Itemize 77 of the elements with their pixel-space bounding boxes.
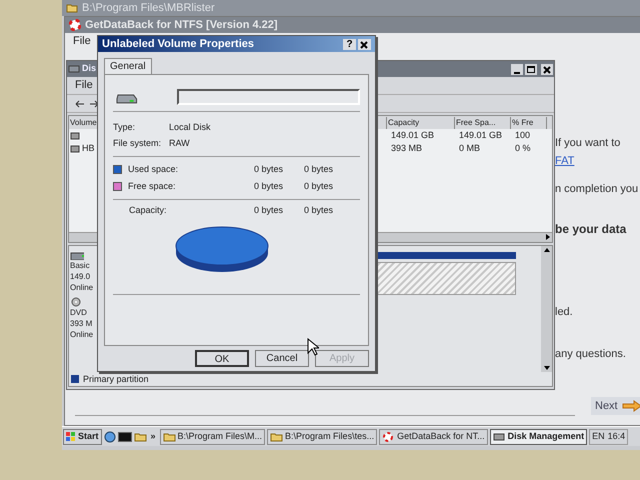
field-value: 0 bytes xyxy=(304,204,334,218)
table-cell-text: 0 % xyxy=(514,142,532,155)
help-button[interactable]: ? xyxy=(343,38,356,50)
taskbar-button[interactable]: B:\Program Files\M... xyxy=(160,428,266,444)
taskbar-button[interactable]: Disk Management xyxy=(490,428,588,444)
start-button[interactable]: Start xyxy=(63,428,102,444)
legend-swatch xyxy=(71,375,79,384)
menu-item[interactable]: File xyxy=(73,32,91,50)
field-label: Type: xyxy=(113,121,136,134)
body-text: n completion you xyxy=(555,182,640,197)
back-arrow-icon[interactable] xyxy=(75,100,85,108)
language-indicator[interactable]: EN xyxy=(592,430,605,444)
column-header[interactable]: % Fre xyxy=(511,116,547,128)
dialog-button[interactable]: OK xyxy=(195,350,249,367)
folder-icon xyxy=(66,3,78,13)
next-button[interactable]: Next xyxy=(591,397,640,415)
heading-text: be your data xyxy=(555,220,628,238)
table-cell-text: 393 MB xyxy=(390,142,424,155)
forward-arrow-icon[interactable] xyxy=(89,100,99,108)
window-title: GetDataBack for NTFS [Version 4.22] xyxy=(85,18,278,33)
window-title: Dis xyxy=(82,62,96,76)
field-value: 0 bytes xyxy=(254,162,284,176)
disk-label: Online xyxy=(70,329,94,340)
table-cell-text: HB xyxy=(82,142,95,155)
disk-label: DVD xyxy=(70,307,88,318)
maximize-icon[interactable] xyxy=(525,64,537,74)
scroll-bar[interactable] xyxy=(541,246,552,372)
arrow-icon xyxy=(622,400,640,412)
field-label: Used space: xyxy=(128,162,180,176)
field-label: Capacity: xyxy=(129,204,168,218)
lifebuoy-icon xyxy=(382,432,396,442)
window-title: B:\Program Files\MBRlister xyxy=(82,0,215,16)
column-header[interactable]: Free Spa... xyxy=(455,116,511,128)
globe-icon[interactable] xyxy=(104,430,116,442)
table-cell-text: 0 MB xyxy=(458,142,482,155)
disk-label: 149.0 xyxy=(70,271,92,282)
minimize-icon[interactable] xyxy=(511,64,523,74)
legend-label: Primary partition xyxy=(83,372,149,386)
body-text: any questions. xyxy=(555,347,627,362)
menu-item[interactable]: File xyxy=(75,77,93,94)
windows-logo-icon xyxy=(66,432,76,442)
tab[interactable]: General xyxy=(104,58,152,74)
field-value: RAW xyxy=(169,137,190,150)
close-icon[interactable] xyxy=(358,38,371,50)
clock: 16:4 xyxy=(608,430,626,443)
disk-label: Online xyxy=(70,282,94,293)
taskbar-button[interactable]: B:\Program Files\tes... xyxy=(267,428,378,444)
name-field[interactable] xyxy=(176,89,360,105)
link[interactable]: FAT xyxy=(555,152,640,169)
taskbar-button[interactable]: GetDataBack for NT... xyxy=(379,428,488,444)
disk-label: 393 M xyxy=(70,318,94,329)
field-value: 0 bytes xyxy=(304,162,334,176)
body-text: led. xyxy=(555,304,574,320)
folder-icon xyxy=(270,432,284,442)
column-header[interactable]: Capacity xyxy=(387,116,455,128)
dialog-button[interactable]: Cancel xyxy=(255,350,309,367)
scroll-up-icon[interactable] xyxy=(542,246,550,254)
field-label: File system: xyxy=(113,137,162,150)
field-label: Free space: xyxy=(128,180,177,193)
field-value: 0 bytes xyxy=(254,180,284,193)
body-text: If you want to xyxy=(555,136,622,151)
mouse-pointer-icon xyxy=(307,338,319,356)
table-cell-text: 149.01 GB xyxy=(390,128,436,142)
scroll-down-icon[interactable] xyxy=(542,364,550,372)
table-cell-text: 149.01 GB xyxy=(458,128,504,142)
more-button[interactable]: » xyxy=(148,430,158,444)
lifebuoy-icon xyxy=(69,19,81,31)
close-icon[interactable] xyxy=(541,64,553,74)
field-value: 0 bytes xyxy=(254,204,284,218)
field-value: Local Disk xyxy=(169,121,211,134)
field-value: 0 bytes xyxy=(304,180,334,193)
dialog-title: Unlabeled Volume Properties xyxy=(102,36,256,52)
table-cell-text: 100 xyxy=(514,128,532,142)
disk-label: Basic xyxy=(70,260,91,271)
folder-icon xyxy=(162,432,176,442)
console-icon[interactable] xyxy=(118,432,132,442)
scroll-right-icon[interactable] xyxy=(544,233,552,241)
